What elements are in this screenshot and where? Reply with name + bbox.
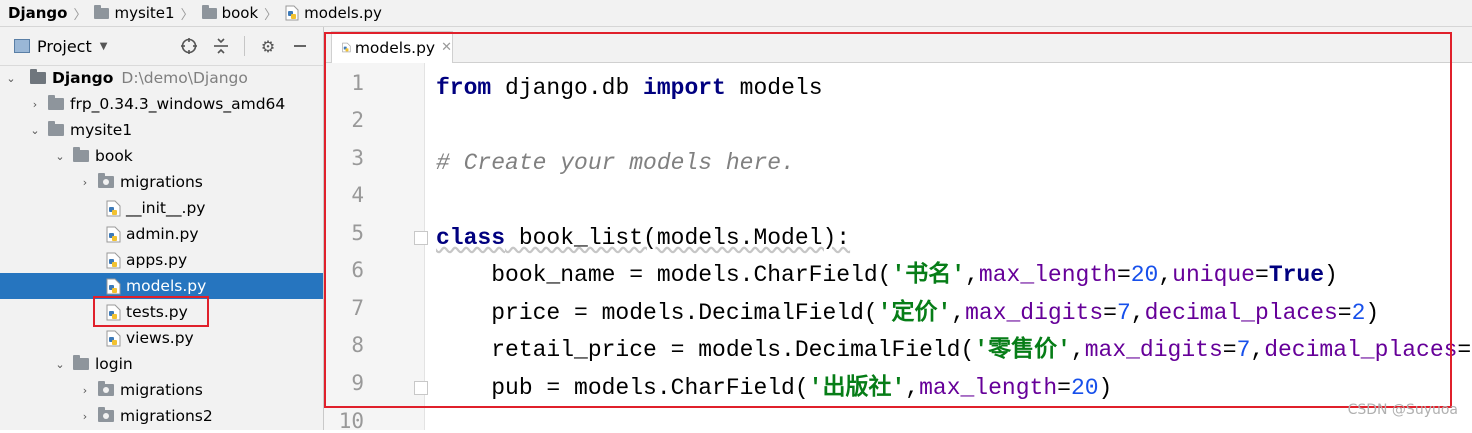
tree-item-label: mysite1 [70, 121, 133, 139]
folder-icon [94, 4, 110, 19]
python-file-icon [285, 5, 299, 21]
highlight-box-models-py [93, 296, 209, 327]
folder-icon [30, 69, 46, 84]
chevron-right-icon: 〉 [73, 7, 87, 23]
tree-item-django[interactable]: ⌄ Django D:\demo\Django [0, 65, 323, 91]
chevron-down-icon[interactable]: ⌄ [55, 358, 65, 371]
tree-item-login[interactable]: ⌄ login [0, 351, 323, 377]
minimize-icon[interactable] [291, 37, 309, 55]
tree-item-label: views.py [126, 329, 194, 347]
folder-icon [73, 355, 89, 370]
tree-item-migrations[interactable]: › migrations [0, 377, 323, 403]
tree-item-label: migrations2 [120, 407, 213, 425]
breadcrumb-label: book [221, 4, 259, 22]
breadcrumb-item-book[interactable]: book [196, 4, 263, 22]
collapse-all-icon[interactable] [212, 37, 230, 55]
tree-item-label: admin.py [126, 225, 199, 243]
python-file-icon [106, 252, 121, 268]
gear-icon[interactable]: ⚙ [259, 37, 277, 56]
tree-item-label: Django [52, 69, 114, 87]
package-folder-icon [98, 381, 114, 396]
chevron-down-icon[interactable]: ⌄ [6, 72, 16, 85]
chevron-right-icon: 〉 [264, 7, 278, 23]
line-number: 10 [338, 409, 364, 433]
tree-item-book[interactable]: ⌄ book [0, 143, 323, 169]
package-folder-icon [98, 407, 114, 422]
chevron-right-icon[interactable]: › [80, 384, 90, 397]
tree-item-migrations2[interactable]: › migrations2 [0, 403, 323, 429]
tree-item-path: D:\demo\Django [121, 69, 248, 87]
chevron-right-icon[interactable]: › [80, 176, 90, 189]
tree-item-views-py[interactable]: views.py [0, 325, 323, 351]
project-toolbar: ⚙ [180, 27, 309, 65]
folder-icon [48, 121, 64, 136]
chevron-right-icon[interactable]: › [30, 98, 40, 111]
breadcrumb-item-models[interactable]: models.py [279, 4, 386, 22]
tree-item-init-py[interactable]: __init__.py [0, 195, 323, 221]
breadcrumb-label: mysite1 [114, 4, 175, 22]
python-file-icon [106, 278, 121, 294]
tree-item-label: migrations [120, 173, 203, 191]
tree-item-label: apps.py [126, 251, 188, 269]
breadcrumb-label: models.py [304, 4, 382, 22]
chevron-down-icon[interactable]: ▼ [100, 41, 108, 52]
tree-item-label: frp_0.34.3_windows_amd64 [70, 95, 286, 113]
code-token: = [1457, 337, 1472, 363]
chevron-down-icon[interactable]: ⌄ [55, 150, 65, 163]
breadcrumb: Django 〉 mysite1 〉 book 〉 models.py [0, 0, 1472, 27]
chevron-down-icon[interactable]: ⌄ [30, 124, 40, 137]
package-folder-icon [98, 173, 114, 188]
toolbar-divider [244, 36, 245, 56]
watermark: CSDN @Suyuoa [1347, 402, 1458, 418]
tree-item-apps-py[interactable]: apps.py [0, 247, 323, 273]
project-panel: Project ▼ ⚙ ⌄ Django D:\demo\Django › fr… [0, 27, 324, 430]
folder-icon [48, 95, 64, 110]
tree-item-frp[interactable]: › frp_0.34.3_windows_amd64 [0, 91, 323, 117]
breadcrumb-item-django[interactable]: Django [0, 4, 71, 22]
python-file-icon [106, 200, 121, 216]
folder-icon [73, 147, 89, 162]
project-panel-header: Project ▼ ⚙ [0, 27, 323, 66]
target-icon[interactable] [180, 37, 198, 55]
highlight-box-editor [324, 32, 1452, 408]
breadcrumb-label: Django [8, 4, 68, 22]
folder-icon [201, 4, 217, 19]
project-panel-title[interactable]: Project [37, 37, 92, 56]
tree-item-label: models.py [126, 277, 207, 295]
chevron-right-icon: 〉 [180, 7, 194, 23]
tree-item-label: __init__.py [126, 199, 206, 217]
tree-item-label: migrations [120, 381, 203, 399]
chevron-right-icon[interactable]: › [80, 410, 90, 423]
project-view-icon [14, 39, 30, 53]
tree-item-label: book [95, 147, 133, 165]
python-file-icon [106, 226, 121, 242]
tree-item-admin-py[interactable]: admin.py [0, 221, 323, 247]
tree-item-label: login [95, 355, 133, 373]
tree-item-migrations[interactable]: › migrations [0, 169, 323, 195]
python-file-icon [106, 330, 121, 346]
tree-item-mysite1[interactable]: ⌄ mysite1 [0, 117, 323, 143]
breadcrumb-item-mysite1[interactable]: mysite1 [88, 4, 178, 22]
